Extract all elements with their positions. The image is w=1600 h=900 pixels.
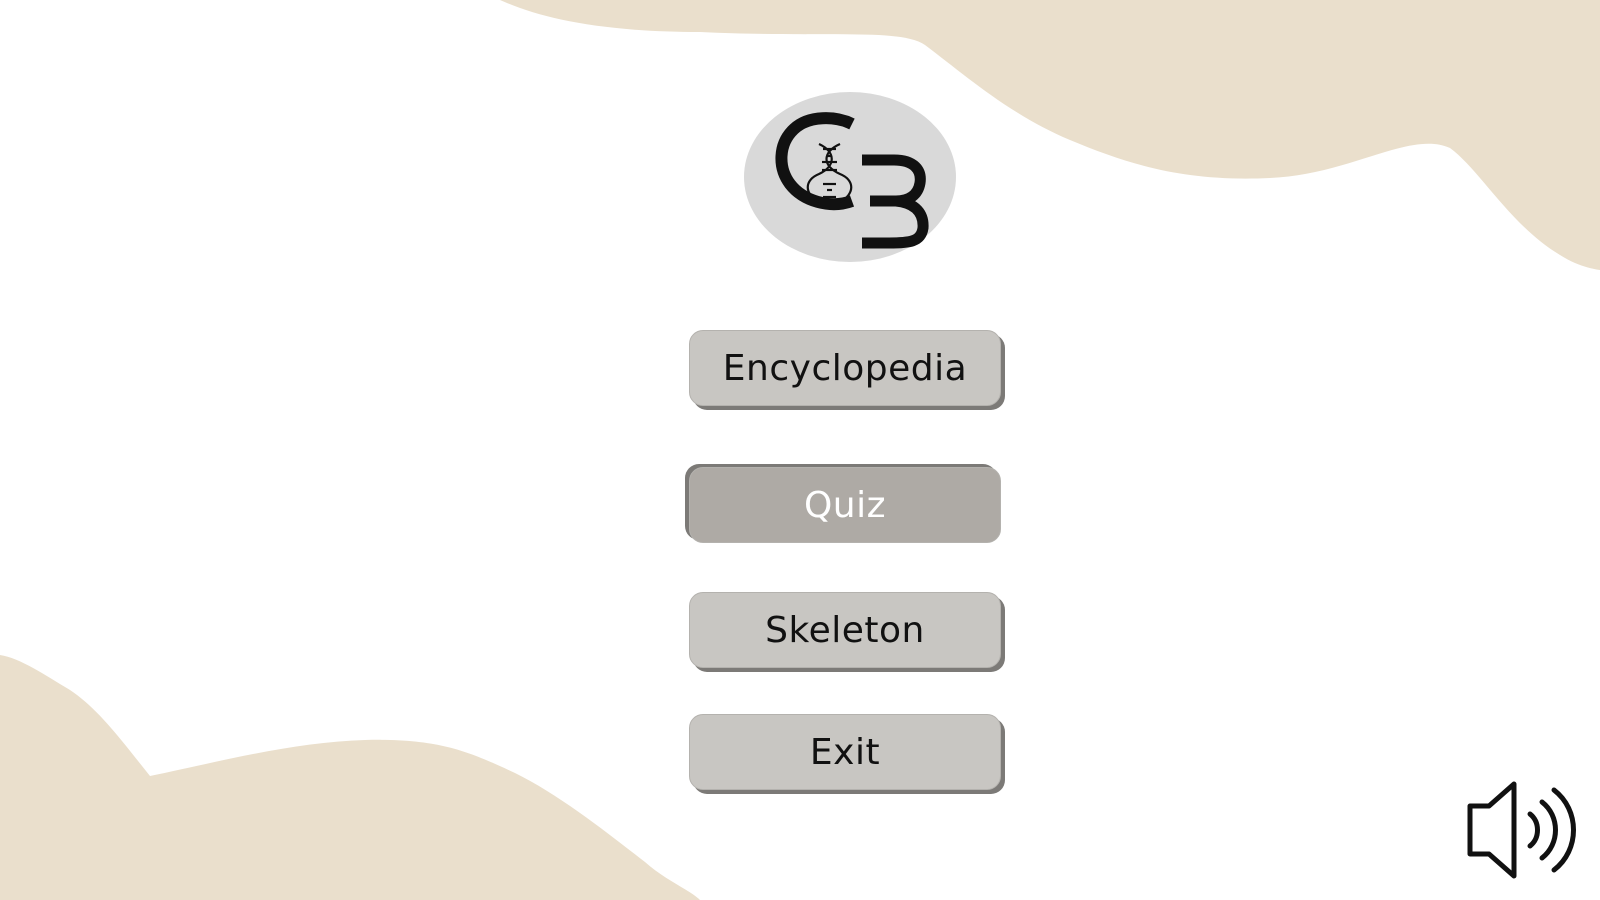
app-logo <box>744 92 956 262</box>
encyclopedia-button-label: Encyclopedia <box>722 347 968 389</box>
bottom-left-shape <box>0 655 700 900</box>
skeleton-button[interactable]: Skeleton <box>689 592 1001 668</box>
sound-toggle-button[interactable] <box>1464 778 1582 882</box>
top-right-shape <box>500 0 1600 270</box>
exit-button-label: Exit <box>809 731 881 773</box>
speaker-volume-icon <box>1467 781 1576 879</box>
main-menu-screen: Encyclopedia Quiz Skeleton Exit <box>0 0 1600 900</box>
skeleton-button-label: Skeleton <box>765 609 925 651</box>
quiz-button[interactable]: Quiz <box>689 467 1001 543</box>
encyclopedia-button[interactable]: Encyclopedia <box>689 330 1001 406</box>
exit-button[interactable]: Exit <box>689 714 1001 790</box>
quiz-button-label: Quiz <box>803 484 887 526</box>
